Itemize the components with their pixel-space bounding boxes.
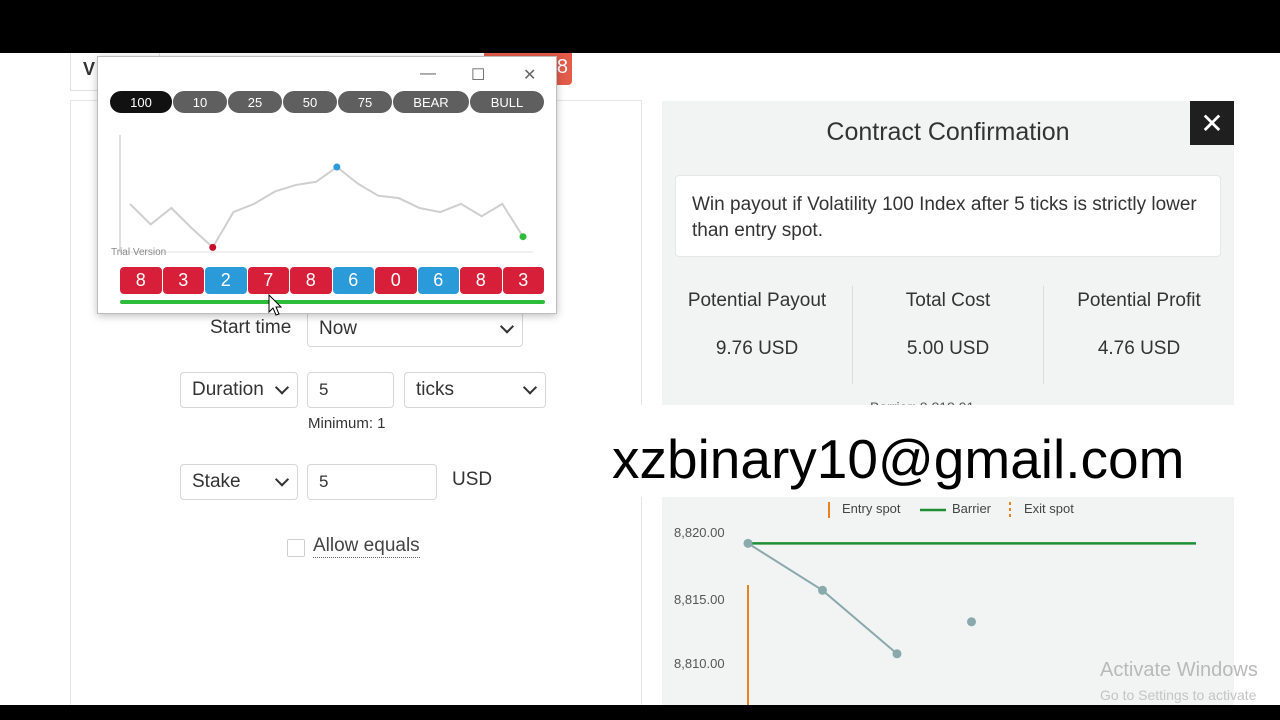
bottom-letterbox <box>0 705 1280 720</box>
duration-unit-select[interactable]: ticks <box>404 372 546 408</box>
digit-chip: 3 <box>162 267 204 294</box>
allow-equals-checkbox[interactable] <box>287 539 305 557</box>
watermark-line2: Go to Settings to activate <box>1100 687 1257 703</box>
digit-chip: 8 <box>290 267 332 294</box>
potential-payout-label: Potential Payout <box>687 290 827 311</box>
chevron-down-icon <box>499 319 515 334</box>
last-digits-row: 8327860683 <box>120 267 545 294</box>
start-time-value: Now <box>319 318 358 339</box>
tick-series-line <box>747 542 898 655</box>
start-time-label: Start time <box>210 317 292 338</box>
market-label: V <box>83 59 96 79</box>
total-cost-value: 5.00 USD <box>906 338 990 359</box>
total-cost-label: Total Cost <box>905 290 991 311</box>
duration-unit: ticks <box>416 379 454 400</box>
digit-progress-line <box>120 300 545 304</box>
sparkline-high-dot <box>333 163 341 171</box>
duration-type-select[interactable]: Duration <box>180 372 298 408</box>
duration-input[interactable]: 5 <box>307 372 394 408</box>
badge-count: 8 <box>556 56 568 78</box>
digit-chip: 0 <box>375 267 417 294</box>
stake-label: Stake <box>192 471 241 492</box>
contract-description-text: Win payout if Volatility 100 Index after… <box>692 194 1197 241</box>
stake-input[interactable]: 5 <box>307 464 437 500</box>
sparkline-last-dot <box>519 233 527 241</box>
digit-chip: 8 <box>460 267 502 294</box>
sparkline-low-dot <box>209 243 217 251</box>
app-stage: V 8 Start time Now Duration 5 ticks Mini… <box>0 53 1280 705</box>
allow-equals-label[interactable]: Allow equals <box>313 535 420 558</box>
digit-chip: 3 <box>502 267 544 294</box>
stake-type-select[interactable]: Stake <box>180 464 298 500</box>
digit-chip: 2 <box>205 267 247 294</box>
confirmation-title: Contract Confirmation <box>826 118 1070 146</box>
tick-point <box>967 617 976 627</box>
tick-point <box>892 649 902 659</box>
duration-value: 5 <box>319 380 329 399</box>
contract-description: Win payout if Volatility 100 Index after… <box>675 175 1221 257</box>
tick-point <box>818 585 827 595</box>
stake-value: 5 <box>319 472 329 491</box>
potential-profit-value: 4.76 USD <box>1097 338 1181 359</box>
chevron-down-icon <box>274 472 290 487</box>
potential-payout-value: 9.76 USD <box>715 338 799 359</box>
top-letterbox <box>0 0 1280 53</box>
digit-chip: 7 <box>247 267 289 294</box>
chevron-down-icon <box>522 380 538 395</box>
mouse-cursor-icon <box>268 294 282 316</box>
digit-chip: 6 <box>332 267 374 294</box>
duration-label: Duration <box>192 379 264 400</box>
trial-version-label: Trial Version <box>111 247 167 258</box>
digit-tool-window: — ☐ ✕ 100 10 25 50 75 BEAR BULL Trial Version … <box>97 56 557 316</box>
potential-profit-label: Potential Profit <box>1077 290 1201 311</box>
chevron-down-icon <box>274 380 290 395</box>
duration-minimum-note: Minimum: 1 <box>308 415 386 432</box>
start-time-select[interactable]: Now <box>307 311 523 347</box>
watermark-line1: Activate Windows <box>1100 659 1258 681</box>
sparkline-path <box>129 165 524 249</box>
digit-chip: 8 <box>120 267 162 294</box>
overlay-email: xzbinary10@gmail.com <box>612 428 1185 490</box>
currency-label: USD <box>452 469 493 490</box>
digit-chip: 6 <box>417 267 459 294</box>
tick-point <box>743 538 753 548</box>
